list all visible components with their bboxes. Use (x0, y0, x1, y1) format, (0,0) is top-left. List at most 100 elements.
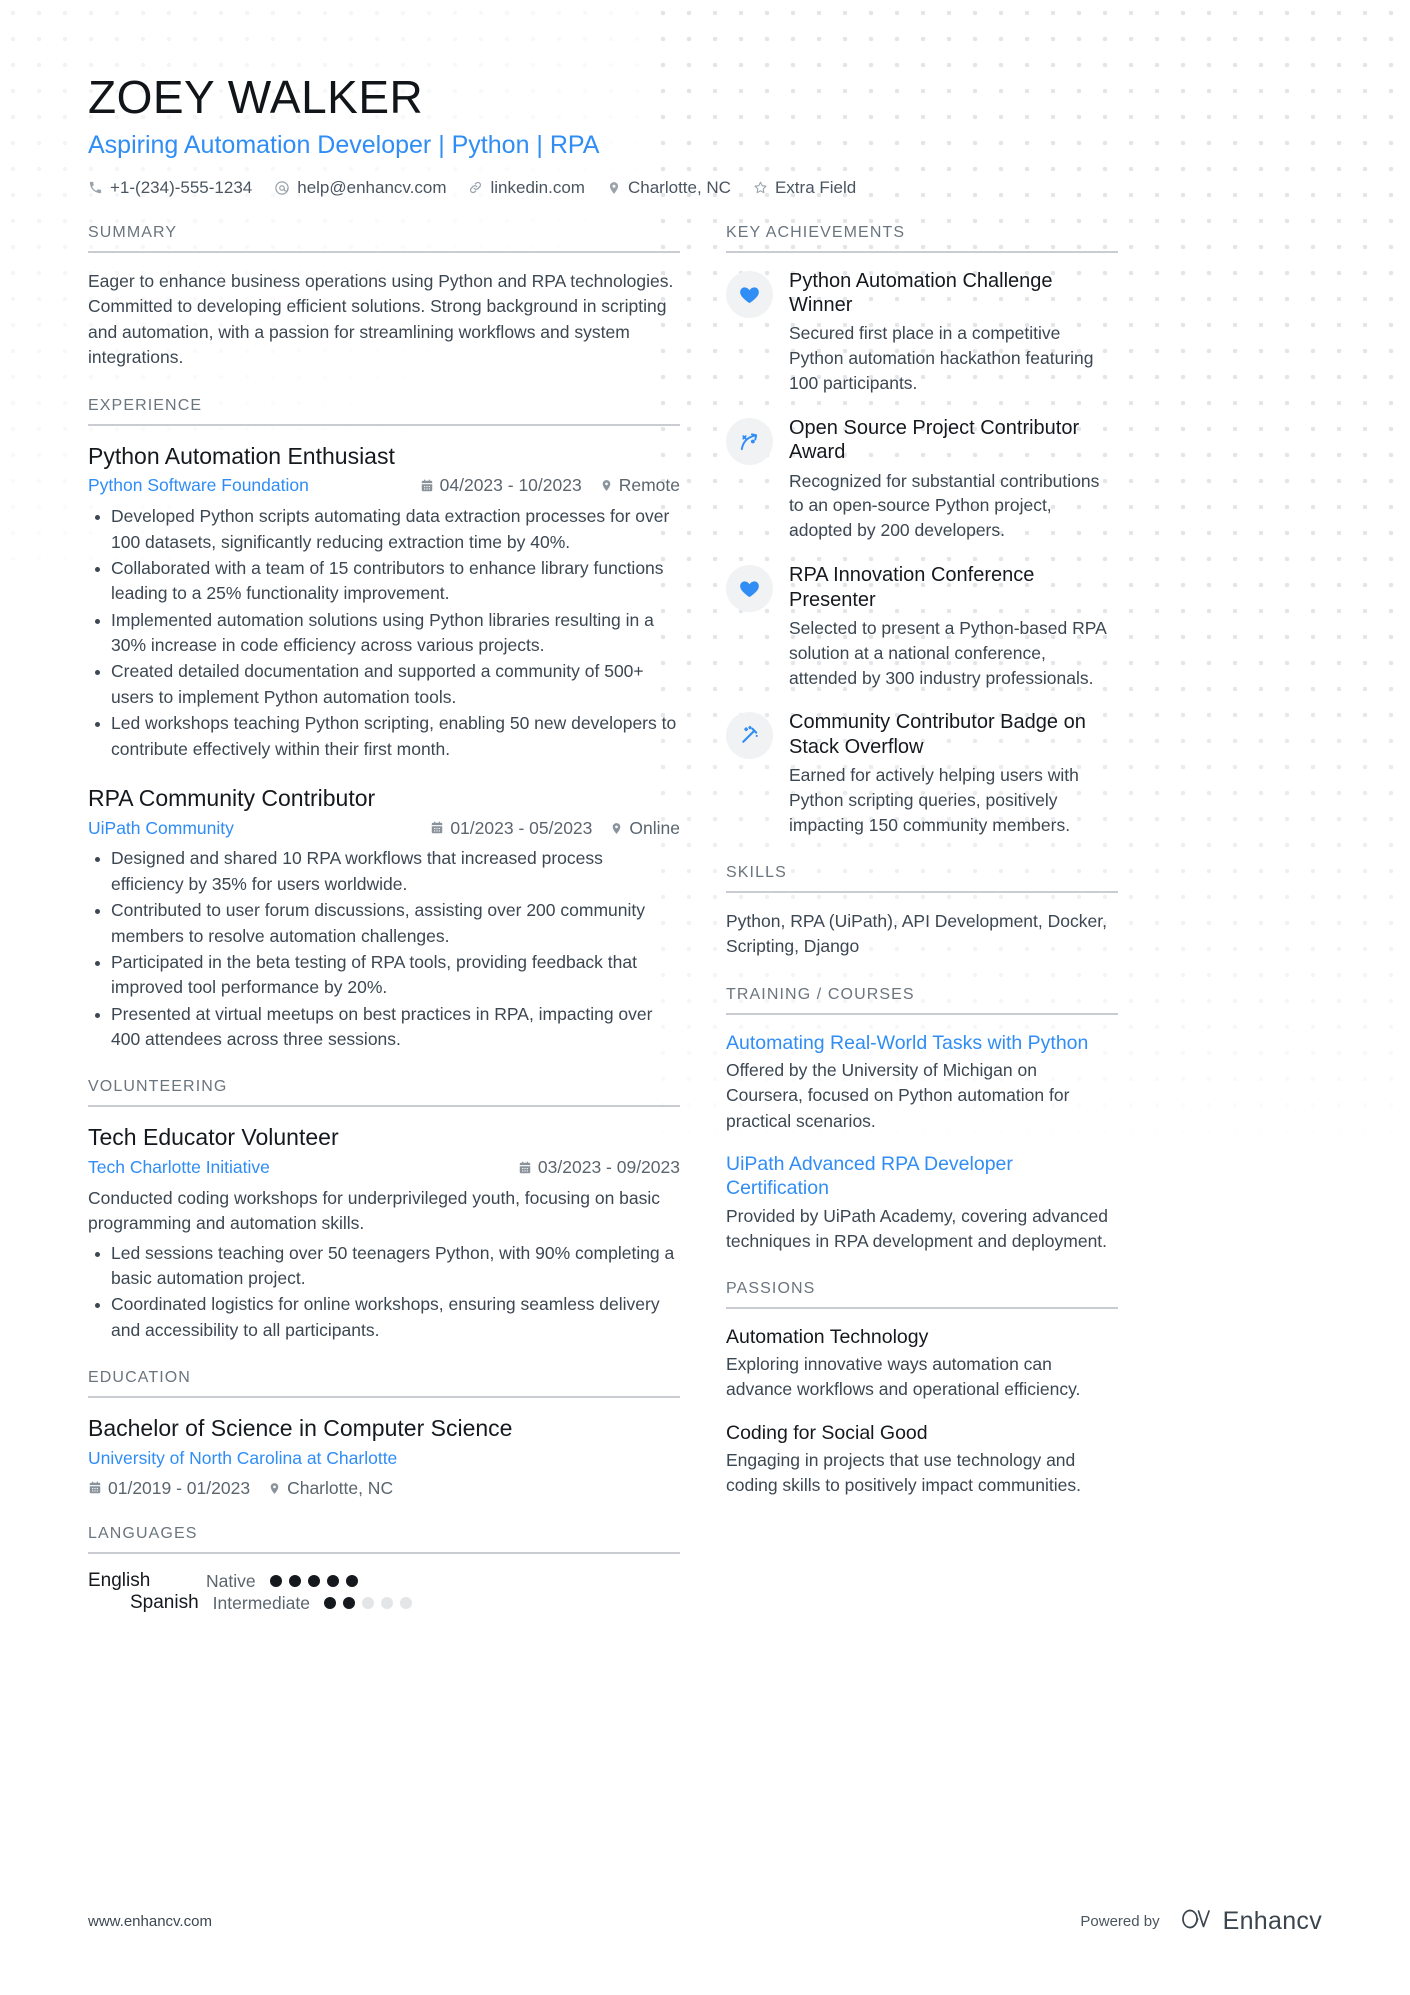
achievement-description: Selected to present a Python-based RPA s… (789, 617, 1106, 688)
rating-dot (342, 1597, 355, 1610)
section-title-summary: SUMMARY (88, 224, 680, 253)
calendar-icon (430, 821, 444, 835)
footer-url[interactable]: www.enhancv.com (88, 1913, 212, 1930)
section-languages: LANGUAGES English Native Spanish Interme… (88, 1525, 680, 1614)
education-entry: Bachelor of Science in Computer Science … (88, 1414, 680, 1499)
enhancv-brand: Enhancv (1174, 1906, 1322, 1937)
languages-row: English Native Spanish Intermediate (88, 1570, 680, 1614)
language-rating-dots (269, 1575, 358, 1588)
passion-title: Automation Technology (726, 1325, 929, 1348)
language-level: Intermediate (212, 1592, 310, 1613)
volunteering-dates: 03/2023 - 09/2023 (518, 1156, 680, 1179)
achievement-description: Earned for actively helping users with P… (789, 765, 1079, 835)
contact-row: +1-(234)-555-1234 help@enhancv.com linke… (88, 178, 1322, 198)
magic-wand-icon (726, 712, 773, 760)
education-meta: 01/2019 - 01/2023 Charlotte, NC (88, 1477, 680, 1500)
list-item: Presented at virtual meetups on best pra… (88, 1002, 680, 1053)
experience-organization[interactable]: UiPath Community (88, 817, 412, 840)
education-dates-text: 01/2019 - 01/2023 (108, 1477, 251, 1498)
language-name: Spanish (130, 1592, 199, 1614)
contact-phone-text: +1-(234)-555-1234 (110, 177, 253, 197)
volunteering-organization[interactable]: Tech Charlotte Initiative (88, 1156, 500, 1179)
rating-dot (288, 1575, 301, 1588)
training-item: UiPath Advanced RPA Developer Certificat… (726, 1152, 1118, 1254)
language-level: Native (206, 1570, 256, 1591)
page-footer: www.enhancv.com Powered by Enhancv (88, 1906, 1322, 1937)
contact-email[interactable]: help@enhancv.com (274, 178, 446, 198)
list-item: Created detailed documentation and suppo… (88, 659, 680, 710)
skills-text: Python, RPA (UiPath), API Development, D… (726, 910, 1107, 957)
achievement-description: Recognized for substantial contributions… (789, 470, 1100, 541)
education-school-row: University of North Carolina at Charlott… (88, 1447, 680, 1470)
volunteering-role: Tech Educator Volunteer (88, 1124, 339, 1151)
achievement-item: Python Automation Challenge Winner Secur… (726, 269, 1118, 396)
link-icon (468, 180, 483, 195)
passion-description: Engaging in projects that use technology… (726, 1450, 1081, 1496)
enhancv-logo-icon (1174, 1906, 1214, 1937)
volunteering-dates-text: 03/2023 - 09/2023 (537, 1157, 680, 1178)
calendar-icon (518, 1161, 532, 1175)
section-title-passions: PASSIONS (726, 1280, 1118, 1309)
education-dates: 01/2019 - 01/2023 (88, 1477, 250, 1500)
achievement-title: Open Source Project Contributor Award (789, 416, 1080, 464)
contact-linkedin-text: linkedin.com (490, 177, 585, 197)
section-experience: EXPERIENCE Python Automation Enthusiast … (88, 397, 680, 1053)
experience-organization[interactable]: Python Software Foundation (88, 474, 402, 497)
rating-dot (323, 1597, 336, 1610)
rating-dot (345, 1575, 358, 1588)
rating-dot (326, 1575, 339, 1588)
contact-phone[interactable]: +1-(234)-555-1234 (88, 178, 252, 198)
location-pin-icon (600, 479, 613, 492)
volunteering-meta: Tech Charlotte Initiative 03/2023 - 09/2… (88, 1156, 680, 1179)
achievement-title: Python Automation Challenge Winner (789, 269, 1053, 316)
section-title-education: EDUCATION (88, 1369, 680, 1399)
contact-location: Charlotte, NC (607, 178, 731, 198)
education-school[interactable]: University of North Carolina at Charlott… (88, 1447, 680, 1470)
contact-linkedin[interactable]: linkedin.com (468, 178, 585, 198)
summary-text: Eager to enhance business operations usi… (88, 270, 674, 368)
passion-description: Exploring innovative ways automation can… (726, 1354, 1081, 1400)
strategy-arrow-icon (726, 417, 773, 465)
section-passions: PASSIONS Automation Technology Exploring… (726, 1280, 1118, 1499)
rating-dot (269, 1575, 282, 1588)
language-name: English (88, 1570, 151, 1592)
experience-bullets: Developed Python scripts automating data… (88, 504, 680, 762)
list-item: Led workshops teaching Python scripting,… (88, 711, 680, 762)
contact-location-text: Charlotte, NC (627, 177, 731, 197)
experience-entry: RPA Community Contributor UiPath Communi… (88, 784, 680, 1053)
calendar-icon (88, 1481, 102, 1495)
training-description: Provided by UiPath Academy, covering adv… (726, 1205, 1108, 1251)
achievement-item: Community Contributor Badge on Stack Ove… (726, 710, 1118, 837)
experience-dates-text: 04/2023 - 10/2023 (439, 475, 582, 496)
section-title-languages: LANGUAGES (88, 1525, 680, 1555)
experience-dates: 04/2023 - 10/2023 (420, 474, 582, 497)
achievement-body: Python Automation Challenge Winner Secur… (789, 269, 1118, 396)
achievement-body: Community Contributor Badge on Stack Ove… (789, 710, 1118, 837)
resume-page: ZOEY WALKER Aspiring Automation Develope… (0, 0, 1410, 1640)
achievement-body: Open Source Project Contributor Award Re… (789, 416, 1118, 543)
enhancv-brand-name: Enhancv (1222, 1907, 1322, 1935)
volunteering-entry: Tech Educator Volunteer Tech Charlotte I… (88, 1123, 680, 1343)
section-skills: SKILLS Python, RPA (UiPath), API Develop… (726, 864, 1118, 960)
training-title[interactable]: Automating Real-World Tasks with Python (726, 1031, 1118, 1055)
training-item: Automating Real-World Tasks with Python … (726, 1031, 1118, 1134)
list-item: Collaborated with a team of 15 contribut… (88, 556, 680, 607)
email-icon (274, 180, 290, 196)
education-location-text: Charlotte, NC (287, 1477, 394, 1498)
page-title: ZOEY WALKER (88, 71, 424, 123)
contact-extra-field: Extra Field (753, 178, 856, 198)
section-title-key-achievements: KEY ACHIEVEMENTS (726, 224, 1118, 253)
passion-title: Coding for Social Good (726, 1421, 928, 1444)
list-item: Led sessions teaching over 50 teenagers … (88, 1241, 680, 1292)
training-title[interactable]: UiPath Advanced RPA Developer Certificat… (726, 1152, 1118, 1201)
experience-dates-text: 01/2023 - 05/2023 (450, 817, 593, 838)
section-title-volunteering: VOLUNTEERING (88, 1078, 680, 1108)
experience-location-text: Online (629, 817, 680, 838)
location-pin-icon (610, 822, 623, 835)
list-item: Coordinated logistics for online worksho… (88, 1292, 680, 1343)
heart-icon (726, 270, 773, 318)
location-pin-icon (607, 181, 621, 195)
rating-dot (380, 1597, 393, 1610)
achievement-body: RPA Innovation Conference Presenter Sele… (789, 563, 1118, 690)
education-degree: Bachelor of Science in Computer Science (88, 1415, 513, 1442)
